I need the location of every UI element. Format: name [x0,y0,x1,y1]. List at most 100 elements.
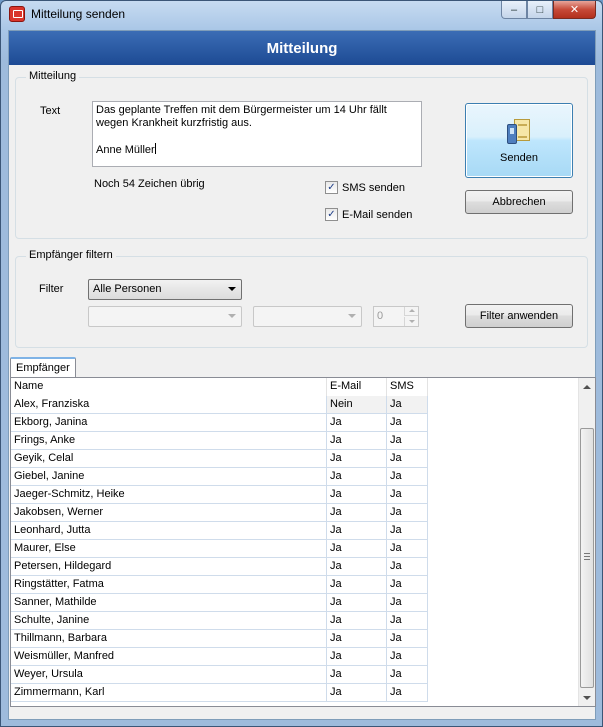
table-row[interactable]: Maurer, Else Ja Ja [11,540,428,558]
cell-name: Jakobsen, Werner [11,504,327,521]
tertiary-filter-select[interactable] [253,306,362,327]
table-row[interactable]: Petersen, Hildegard Ja Ja [11,558,428,576]
cell-email: Ja [327,522,387,539]
chevron-down-icon [348,314,356,318]
cell-email: Ja [327,576,387,593]
apply-filter-label: Filter anwenden [479,310,559,322]
table-row[interactable]: Giebel, Janine Ja Ja [11,468,428,486]
recipients-table: Name E-Mail SMS Alex, Franziska Nein Ja Ekb… [10,377,596,707]
table-row[interactable]: Weismüller, Manfred Ja Ja [11,648,428,666]
apply-filter-button[interactable]: Filter anwenden [465,304,573,328]
filter-select[interactable]: Alle Personen [88,279,242,300]
cell-sms: Ja [387,630,428,647]
cell-email: Ja [327,630,387,647]
email-checkbox[interactable]: ✓ E-Mail senden [325,208,412,221]
table-row[interactable]: Zimmermann, Karl Ja Ja [11,684,428,702]
table-header: Name E-Mail SMS [11,378,428,396]
cell-email: Ja [327,432,387,449]
phone-message-icon [506,118,532,146]
chevron-down-icon [228,287,236,291]
close-button[interactable]: ✕ [553,1,596,19]
cell-name: Jaeger-Schmitz, Heike [11,486,327,503]
cell-sms: Ja [387,432,428,449]
cell-email: Ja [327,612,387,629]
table-row[interactable]: Ringstätter, Fatma Ja Ja [11,576,428,594]
cell-email: Ja [327,684,387,701]
filter-value: Alle Personen [93,283,162,295]
message-textarea[interactable]: Das geplante Treffen mit dem Bürgermeist… [92,101,422,167]
page-title: Mitteilung [9,31,595,65]
cancel-button[interactable]: Abbrechen [465,190,573,214]
email-label: E-Mail senden [342,208,413,221]
client-area: Mitteilung Mitteilung Text Das geplante … [8,30,596,720]
cancel-label: Abbrechen [492,196,546,208]
cell-name: Petersen, Hildegard [11,558,327,575]
number-value: 0 [377,310,384,322]
cell-name: Alex, Franziska [11,396,327,413]
cell-name: Schulte, Janine [11,612,327,629]
send-button[interactable]: Senden [465,103,573,178]
filter-label: Filter [39,283,64,295]
sms-checkbox[interactable]: ✓ SMS senden [325,181,405,194]
text-label: Text [40,105,61,117]
column-header-email[interactable]: E-Mail [327,378,387,396]
table-row[interactable]: Leonhard, Jutta Ja Ja [11,522,428,540]
cell-sms: Ja [387,522,428,539]
table-row[interactable]: Thillmann, Barbara Ja Ja [11,630,428,648]
window-title: Mitteilung senden [31,7,126,21]
stepper-down-icon[interactable] [404,317,418,326]
tab-recipients-label: Empfänger [16,362,70,374]
cell-email: Ja [327,666,387,683]
maximize-button[interactable]: □ [527,1,553,19]
column-header-sms[interactable]: SMS [387,378,428,396]
cell-sms: Ja [387,486,428,503]
title-bar[interactable]: Mitteilung senden – □ ✕ [1,1,602,27]
cell-sms: Ja [387,558,428,575]
sms-label: SMS senden [342,181,405,194]
table-row[interactable]: Alex, Franziska Nein Ja [11,396,428,414]
number-stepper[interactable]: 0 [373,306,419,327]
cell-sms: Ja [387,594,428,611]
cell-email: Ja [327,450,387,467]
filter-group: Empfänger filtern [15,249,588,348]
cell-name: Giebel, Janine [11,468,327,485]
column-header-name[interactable]: Name [11,378,327,396]
table-row[interactable]: Ekborg, Janina Ja Ja [11,414,428,432]
cell-name: Ringstätter, Fatma [11,576,327,593]
cell-email: Ja [327,414,387,431]
table-row[interactable]: Weyer, Ursula Ja Ja [11,666,428,684]
minimize-button[interactable]: – [501,1,527,19]
cell-sms: Ja [387,648,428,665]
table-row[interactable]: Frings, Anke Ja Ja [11,432,428,450]
cell-name: Zimmermann, Karl [11,684,327,701]
scroll-up-icon[interactable] [579,378,595,395]
email-check-icon: ✓ [325,208,338,221]
cell-sms: Ja [387,414,428,431]
sms-check-icon: ✓ [325,181,338,194]
table-row[interactable]: Geyik, Celal Ja Ja [11,450,428,468]
scroll-thumb[interactable] [580,428,594,688]
cell-sms: Ja [387,468,428,485]
cell-sms: Ja [387,396,428,413]
scroll-down-icon[interactable] [579,689,595,706]
grip-icon [584,553,590,560]
cell-name: Weismüller, Manfred [11,648,327,665]
remaining-chars: Noch 54 Zeichen übrig [94,178,205,190]
stepper-up-icon[interactable] [404,307,418,316]
table-row[interactable]: Jakobsen, Werner Ja Ja [11,504,428,522]
table-row[interactable]: Schulte, Janine Ja Ja [11,612,428,630]
cell-sms: Ja [387,684,428,701]
table-row[interactable]: Sanner, Mathilde Ja Ja [11,594,428,612]
close-icon: ✕ [569,4,580,16]
cell-sms: Ja [387,540,428,557]
cell-name: Maurer, Else [11,540,327,557]
secondary-filter-select[interactable] [88,306,242,327]
cell-email: Ja [327,558,387,575]
cell-name: Weyer, Ursula [11,666,327,683]
vertical-scrollbar[interactable] [578,378,595,706]
cell-email: Ja [327,648,387,665]
app-icon [9,6,25,22]
tab-recipients[interactable]: Empfänger [10,357,76,378]
table-body: Alex, Franziska Nein Ja Ekborg, Janina Ja Ja F… [11,396,428,702]
table-row[interactable]: Jaeger-Schmitz, Heike Ja Ja [11,486,428,504]
